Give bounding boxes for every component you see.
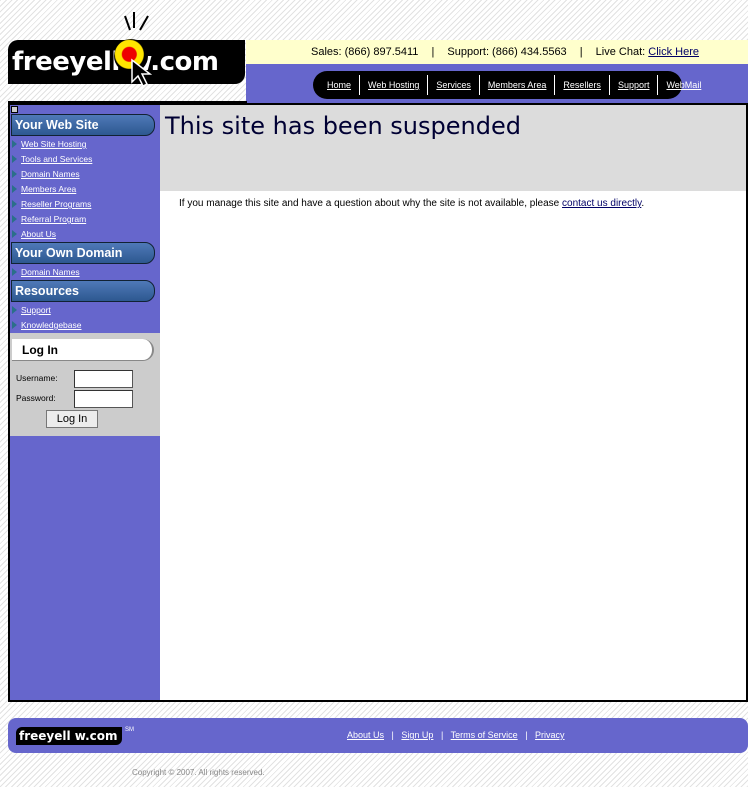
sidebar-item-label: Referral Program (21, 214, 87, 224)
arrow-icon (12, 230, 17, 238)
arrow-icon (12, 155, 17, 163)
sidebar-item-domain-names[interactable]: Domain Names (11, 167, 80, 181)
sidebar-item-label: Web Site Hosting (21, 139, 87, 149)
arrow-icon (12, 140, 17, 148)
top-nav: Home Web Hosting Services Members Area R… (313, 71, 701, 99)
footer-link-sign-up[interactable]: Sign Up (401, 730, 433, 740)
nav-members-area[interactable]: Members Area (480, 75, 556, 95)
arrow-icon (12, 306, 17, 314)
footer-link-terms-of-service[interactable]: Terms of Service (451, 730, 518, 740)
password-input[interactable] (74, 390, 133, 408)
sidebar-item-own-domain-names[interactable]: Domain Names (11, 265, 80, 279)
message-end: . (641, 198, 645, 209)
footer-separator: | (525, 730, 528, 740)
sidebar-item-support[interactable]: Support (11, 303, 51, 317)
arrow-icon (12, 215, 17, 223)
sidebar-item-label: Domain Names (21, 267, 80, 277)
main-content: This site has been suspended If you mana… (160, 105, 746, 700)
sidebar-corner-box (11, 106, 18, 113)
footer-separator: | (391, 730, 394, 740)
arrow-icon (12, 268, 17, 276)
sidebar-item-reseller-programs[interactable]: Reseller Programs (11, 197, 91, 211)
nav-support[interactable]: Support (610, 75, 659, 95)
page-title: This site has been suspended (165, 112, 521, 140)
sidebar-item-label: Reseller Programs (21, 199, 92, 209)
sidebar-item-about-us[interactable]: About Us (11, 227, 56, 241)
live-chat-label: Live Chat: (595, 46, 646, 58)
sidebar-item-label: Members Area (21, 184, 77, 194)
freeyellow-logo[interactable]: freeyell w.com (8, 12, 246, 92)
live-chat-link[interactable]: Click Here (648, 46, 699, 58)
arrow-icon (12, 321, 17, 329)
arrow-icon (12, 185, 17, 193)
arrow-icon (12, 200, 17, 208)
main-frame: Your Web Site Web Site Hosting Tools and… (8, 103, 748, 702)
nav-home[interactable]: Home (319, 75, 361, 95)
contact-separator: | (431, 46, 435, 58)
footer-link-privacy[interactable]: Privacy (535, 730, 565, 740)
sidebar-item-knowledgebase[interactable]: Knowledgebase (11, 318, 82, 332)
username-input[interactable] (74, 370, 133, 388)
sidebar-item-web-site-hosting[interactable]: Web Site Hosting (11, 137, 87, 151)
arrow-icon (12, 170, 17, 178)
sidebar-header-resources: Resources (11, 280, 155, 302)
login-button[interactable]: Log In (46, 410, 98, 428)
login-panel: Log In Username: Password: Log In (10, 333, 160, 436)
top-nav-bar: Home Web Hosting Services Members Area R… (246, 64, 748, 103)
service-mark: SM (125, 727, 134, 733)
sidebar-item-label: Support (21, 305, 51, 315)
footer-link-about-us[interactable]: About Us (347, 730, 384, 740)
contact-bar: Sales: (866) 897.5411 | Support: (866) 4… (246, 40, 748, 64)
suspended-message-text: If you manage this site and have a quest… (179, 198, 560, 209)
suspended-message: If you manage this site and have a quest… (179, 198, 644, 209)
sales-phone: Sales: (866) 897.5411 (311, 46, 419, 58)
sidebar-item-members-area[interactable]: Members Area (11, 182, 76, 196)
sidebar-header-your-web-site: Your Web Site (11, 114, 155, 136)
nav-web-hosting[interactable]: Web Hosting (360, 75, 429, 95)
password-label: Password: (16, 393, 56, 403)
logo-cursor-icon (131, 58, 152, 88)
sidebar-item-label: Knowledgebase (21, 320, 82, 330)
sidebar-item-label: Tools and Services (21, 154, 93, 164)
copyright: Copyright © 2007. All rights reserved. (132, 768, 265, 777)
username-label: Username: (16, 373, 58, 383)
sidebar-item-tools-and-services[interactable]: Tools and Services (11, 152, 92, 166)
contact-separator: | (579, 46, 583, 58)
sidebar: Your Web Site Web Site Hosting Tools and… (10, 105, 160, 700)
footer-separator: | (440, 730, 444, 740)
nav-webmail[interactable]: WebMail (658, 75, 709, 95)
sidebar-item-label: Domain Names (21, 169, 80, 179)
footer: freeyell w.com SM About Us | Sign Up | T… (8, 718, 748, 753)
contact-us-link[interactable]: contact us directly (562, 198, 641, 209)
nav-resellers[interactable]: Resellers (555, 75, 610, 95)
support-phone: Support: (866) 434.5563 (447, 46, 567, 58)
sidebar-item-referral-program[interactable]: Referral Program (11, 212, 86, 226)
nav-services[interactable]: Services (428, 75, 480, 95)
sidebar-item-label: About Us (21, 229, 56, 239)
suspended-banner: This site has been suspended (160, 105, 746, 191)
footer-logo[interactable]: freeyell w.com (16, 727, 122, 745)
footer-links: About Us | Sign Up | Terms of Service | … (347, 730, 565, 740)
login-title: Log In (12, 339, 154, 361)
sidebar-header-your-own-domain: Your Own Domain (11, 242, 155, 264)
